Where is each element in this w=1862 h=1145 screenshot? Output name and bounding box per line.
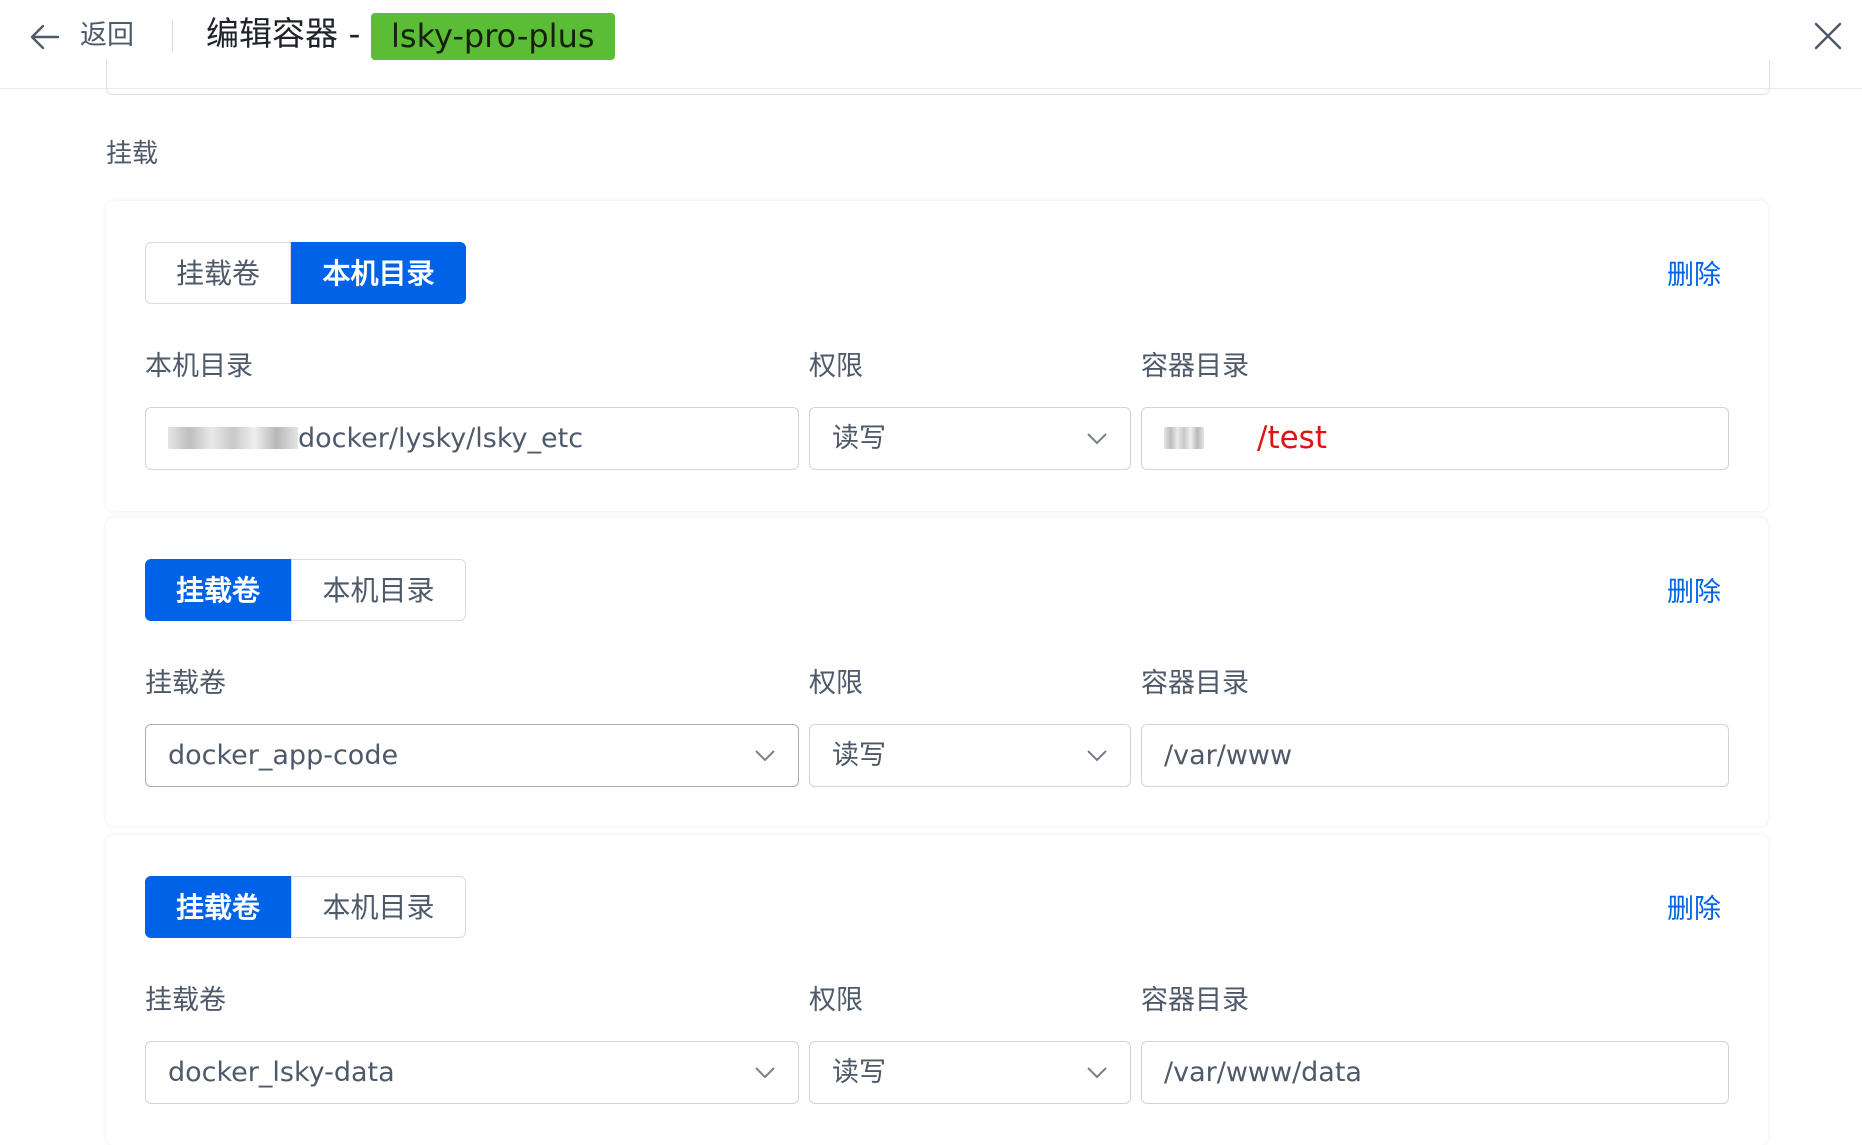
redacted-path	[1164, 426, 1204, 449]
volume-select[interactable]: docker_lsky-data	[145, 1041, 799, 1104]
source-label: 挂载卷	[145, 668, 226, 699]
permission-label: 权限	[809, 985, 863, 1016]
container-directory-value: /var/www	[1164, 740, 1293, 771]
delete-mount-button[interactable]: 删除	[1667, 256, 1721, 296]
mount-card: 挂载卷 本机目录 删除 本机目录 权限 容器目录 docker/lysky/ls…	[106, 201, 1768, 511]
permission-select[interactable]: 读写	[809, 724, 1131, 787]
target-label: 容器目录	[1141, 351, 1249, 382]
container-directory-input[interactable]: /test	[1141, 407, 1729, 470]
target-label: 容器目录	[1141, 985, 1249, 1016]
permission-value: 读写	[832, 1057, 886, 1088]
mount-card: 挂载卷 本机目录 删除 挂载卷 权限 容器目录 docker_app-code …	[106, 518, 1768, 826]
mounts-section-label: 挂载	[106, 139, 159, 169]
previous-field-edge	[106, 60, 1770, 95]
container-name-tag: lsky-pro-plus	[371, 13, 615, 60]
header-divider	[172, 20, 173, 52]
back-button[interactable]: 返回	[80, 14, 134, 58]
mount-card: 挂载卷 本机目录 删除 挂载卷 权限 容器目录 docker_lsky-data…	[106, 835, 1768, 1145]
chevron-down-icon	[755, 1067, 775, 1079]
permission-value: 读写	[832, 740, 886, 771]
permission-label: 权限	[809, 668, 863, 699]
chevron-down-icon	[1087, 433, 1107, 445]
mount-type-volume-option[interactable]: 挂载卷	[145, 242, 291, 304]
mount-type-switch: 挂载卷 本机目录	[145, 876, 466, 938]
target-label: 容器目录	[1141, 668, 1249, 699]
page-title: 编辑容器 -	[206, 14, 361, 53]
host-directory-value: docker/lysky/lsky_etc	[298, 423, 584, 454]
mount-type-switch: 挂载卷 本机目录	[145, 242, 466, 304]
volume-value: docker_lsky-data	[168, 1057, 395, 1088]
mount-type-host-option[interactable]: 本机目录	[291, 242, 466, 304]
permission-select[interactable]: 读写	[809, 1041, 1131, 1104]
mount-type-switch: 挂载卷 本机目录	[145, 559, 466, 621]
redacted-path	[168, 426, 298, 449]
back-arrow-icon[interactable]	[28, 22, 62, 52]
mount-type-host-option[interactable]: 本机目录	[291, 559, 466, 621]
permission-select[interactable]: 读写	[809, 407, 1131, 470]
delete-mount-button[interactable]: 删除	[1667, 573, 1721, 613]
chevron-down-icon	[755, 750, 775, 762]
chevron-down-icon	[1087, 1067, 1107, 1079]
container-directory-value: /test	[1257, 420, 1327, 456]
delete-mount-button[interactable]: 删除	[1667, 890, 1721, 930]
container-directory-input[interactable]: /var/www	[1141, 724, 1729, 787]
chevron-down-icon	[1087, 750, 1107, 762]
close-icon[interactable]	[1812, 20, 1844, 52]
volume-select[interactable]: docker_app-code	[145, 724, 799, 787]
mount-type-volume-option[interactable]: 挂载卷	[145, 876, 291, 938]
container-directory-input[interactable]: /var/www/data	[1141, 1041, 1729, 1104]
permission-value: 读写	[832, 423, 886, 454]
container-directory-value: /var/www/data	[1164, 1057, 1362, 1088]
source-label: 本机目录	[145, 351, 253, 382]
permission-label: 权限	[809, 351, 863, 382]
mount-type-host-option[interactable]: 本机目录	[291, 876, 466, 938]
host-directory-input[interactable]: docker/lysky/lsky_etc	[145, 407, 799, 470]
source-label: 挂载卷	[145, 985, 226, 1016]
mount-type-volume-option[interactable]: 挂载卷	[145, 559, 291, 621]
volume-value: docker_app-code	[168, 740, 399, 771]
